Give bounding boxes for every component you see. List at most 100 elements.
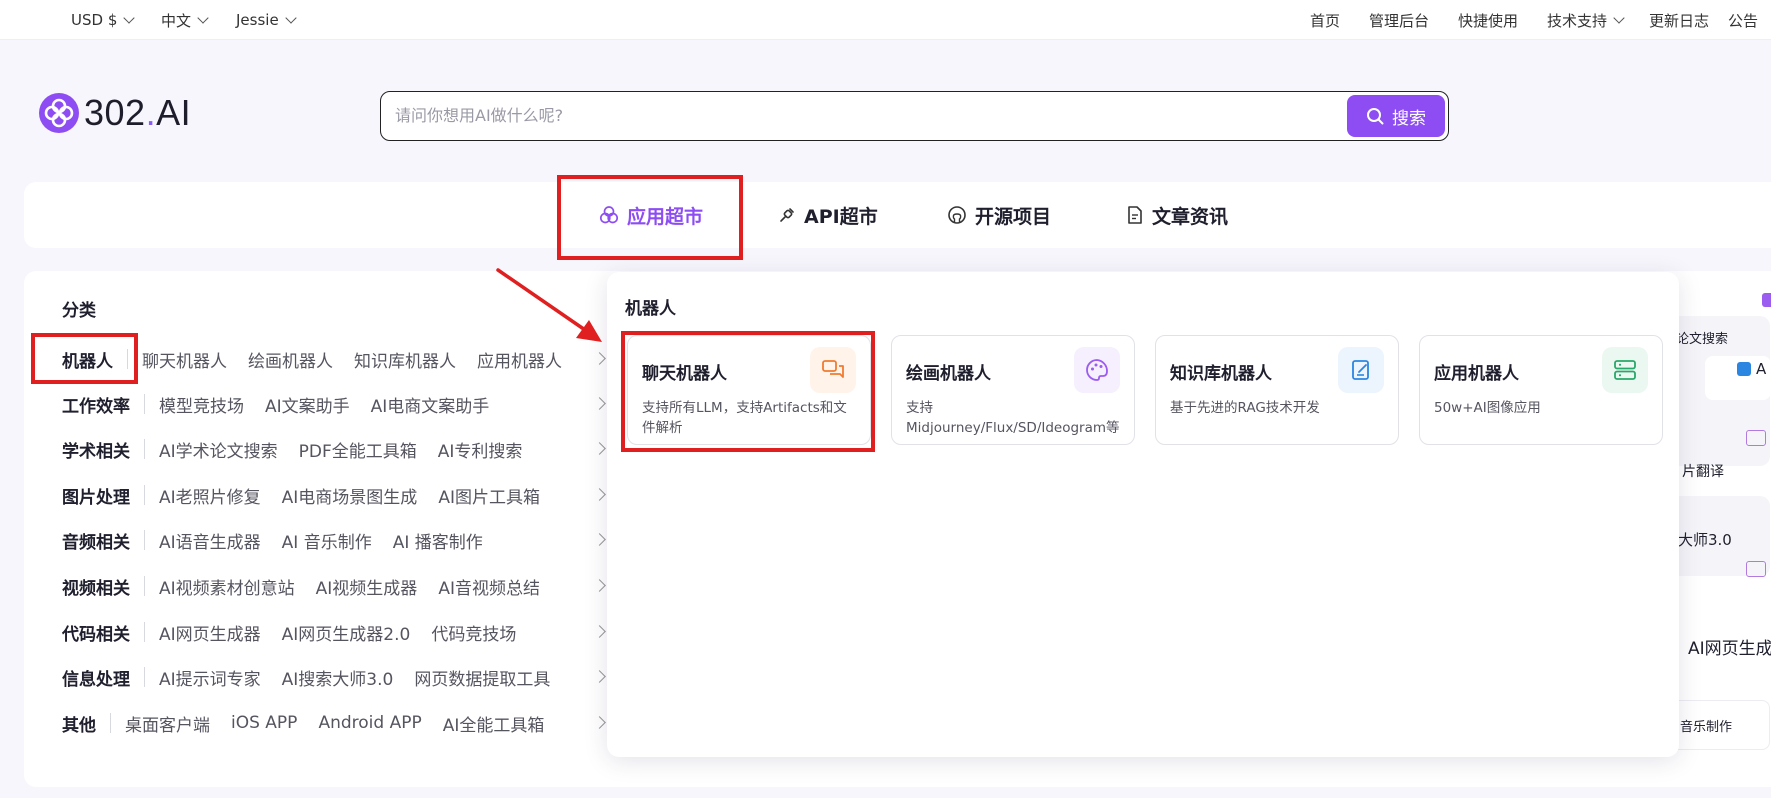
divider <box>144 394 145 414</box>
category-name[interactable]: 代码相关 <box>62 620 130 645</box>
category-row-productivity[interactable]: 工作效率 模型竞技场 AI文案助手 AI电商文案助手 <box>62 387 610 421</box>
category-row-other[interactable]: 其他 桌面客户端 iOS APP Android APP AI全能工具箱 <box>62 706 610 740</box>
highlight-box-chat-card <box>621 331 875 452</box>
apps-icon <box>1737 362 1751 376</box>
card-icon-wrap <box>1602 347 1648 393</box>
subcategory-link[interactable]: 桌面客户端 <box>125 711 210 736</box>
subcategory-link[interactable]: AI老照片修复 <box>159 483 261 508</box>
category-name[interactable]: 学术相关 <box>62 437 130 462</box>
chevron-right-icon[interactable] <box>593 488 606 501</box>
subcategory-link[interactable]: 应用机器人 <box>477 347 562 372</box>
background-text: 大师3.0 <box>1678 531 1732 549</box>
highlight-box-app-tab <box>557 175 743 260</box>
subcategory-link[interactable]: 聊天机器人 <box>142 347 227 372</box>
subcategory-link[interactable]: AI提示词专家 <box>159 665 261 690</box>
category-name[interactable]: 信息处理 <box>62 665 130 690</box>
subcategory-link[interactable]: AI电商场景图生成 <box>282 483 418 508</box>
tab-open-source[interactable]: 开源项目 <box>947 182 1051 248</box>
user-menu[interactable]: Jessie <box>236 0 297 40</box>
brand-logo[interactable]: 302.AI <box>38 88 191 138</box>
logo-text: 302.AI <box>84 92 191 134</box>
tab-bar <box>24 182 1771 248</box>
image-icon <box>1746 430 1766 446</box>
subcategory-link[interactable]: AI电商文案助手 <box>371 392 490 417</box>
subcategory-link[interactable]: 知识库机器人 <box>354 347 456 372</box>
category-row-code[interactable]: 代码相关 AI网页生成器 AI网页生成器2.0 代码竞技场 <box>62 615 610 649</box>
subcategory-link[interactable]: AI学术论文搜索 <box>159 437 278 462</box>
category-row-audio[interactable]: 音频相关 AI语音生成器 AI 音乐制作 AI 播客制作 <box>62 523 610 557</box>
subcategory-link[interactable]: AI 音乐制作 <box>282 528 372 553</box>
subcategory-link[interactable]: 代码竞技场 <box>431 620 516 645</box>
chevron-right-icon[interactable] <box>593 625 606 638</box>
card-app-bot[interactable]: 应用机器人 50w+AI图像应用 <box>1419 335 1663 445</box>
subcategory-link[interactable]: AI搜索大师3.0 <box>282 665 394 690</box>
subcategory-link[interactable]: AI音视频总结 <box>438 574 540 599</box>
subcategory-link[interactable]: iOS APP <box>231 713 297 733</box>
search-input[interactable] <box>395 92 1275 139</box>
category-row-image[interactable]: 图片处理 AI老照片修复 AI电商场景图生成 AI图片工具箱 <box>62 478 610 512</box>
subcategory-link[interactable]: AI 播客制作 <box>393 528 483 553</box>
subcategory-link[interactable]: AI视频生成器 <box>316 574 418 599</box>
subcategory-link[interactable]: 绘画机器人 <box>248 347 333 372</box>
currency-selector[interactable]: USD $ <box>71 0 136 40</box>
subcategory-link[interactable]: AI视频素材创意站 <box>159 574 295 599</box>
category-name[interactable]: 视频相关 <box>62 574 130 599</box>
category-row-video[interactable]: 视频相关 AI视频素材创意站 AI视频生成器 AI音视频总结 <box>62 569 610 603</box>
subcategory-link[interactable]: 网页数据提取工具 <box>414 665 550 690</box>
card-title: 知识库机器人 <box>1170 364 1272 384</box>
subcategory-link[interactable]: AI文案助手 <box>265 392 350 417</box>
search-button-label: 搜索 <box>1392 108 1426 129</box>
chevron-right-icon[interactable] <box>593 579 606 592</box>
chevron-right-icon[interactable] <box>593 670 606 683</box>
divider <box>110 713 111 733</box>
category-name[interactable]: 音频相关 <box>62 528 130 553</box>
github-icon <box>948 206 966 224</box>
background-text: 音乐制作 <box>1680 720 1733 735</box>
chevron-right-icon[interactable] <box>593 533 606 546</box>
logo-icon <box>39 93 79 133</box>
card-drawing-bot[interactable]: 绘画机器人 支持Midjourney/Flux/SD/Ideogram等模型 <box>891 335 1135 445</box>
nav-home[interactable]: 首页 <box>1310 0 1340 40</box>
card-description: 支持Midjourney/Flux/SD/Ideogram等模型 <box>906 400 1120 436</box>
nav-announcement[interactable]: 公告 <box>1728 0 1758 40</box>
divider <box>144 667 145 687</box>
subcategory-link[interactable]: AI网页生成器2.0 <box>282 620 411 645</box>
nav-admin[interactable]: 管理后台 <box>1369 0 1429 40</box>
category-row-academic[interactable]: 学术相关 AI学术论文搜索 PDF全能工具箱 AI专利搜索 <box>62 432 610 466</box>
tab-api-market[interactable]: API超市 <box>778 182 878 248</box>
subcategory-link[interactable]: AI图片工具箱 <box>438 483 540 508</box>
card-description: 50w+AI图像应用 <box>1434 400 1541 416</box>
subcategory-link[interactable]: AI专利搜索 <box>438 437 523 462</box>
nav-quickstart[interactable]: 快捷使用 <box>1458 0 1518 40</box>
nav-support[interactable]: 技术支持 <box>1547 0 1625 40</box>
chevron-right-icon[interactable] <box>593 397 606 410</box>
chevron-down-icon <box>1613 11 1625 24</box>
card-knowledge-bot[interactable]: 知识库机器人 基于先进的RAG技术开发 <box>1155 335 1399 445</box>
divider <box>144 576 145 596</box>
category-name[interactable]: 其他 <box>62 711 96 736</box>
category-name[interactable]: 工作效率 <box>62 392 130 417</box>
subcategory-link[interactable]: 模型竞技场 <box>159 392 244 417</box>
category-name[interactable]: 图片处理 <box>62 483 130 508</box>
subcategory-link[interactable]: Android APP <box>318 713 421 733</box>
nav-changelog[interactable]: 更新日志 <box>1649 0 1709 40</box>
card-icon-wrap <box>1338 347 1384 393</box>
highlight-box-robot-category <box>31 333 138 384</box>
chevron-right-icon[interactable] <box>593 352 606 365</box>
subcategory-link[interactable]: AI网页生成器 <box>159 620 261 645</box>
language-selector[interactable]: 中文 <box>161 0 209 40</box>
divider <box>144 439 145 459</box>
category-row-information[interactable]: 信息处理 AI提示词专家 AI搜索大师3.0 网页数据提取工具 <box>62 660 610 694</box>
card-title: 绘画机器人 <box>906 364 991 384</box>
subcategory-link[interactable]: AI语音生成器 <box>159 528 261 553</box>
card-description: 基于先进的RAG技术开发 <box>1170 400 1320 416</box>
divider <box>144 622 145 642</box>
divider <box>144 530 145 550</box>
search-button[interactable]: 搜索 <box>1347 95 1445 137</box>
chevron-right-icon[interactable] <box>593 442 606 455</box>
subcategory-link[interactable]: AI全能工具箱 <box>443 711 545 736</box>
tab-articles[interactable]: 文章资讯 <box>1126 182 1228 248</box>
subcategory-link[interactable]: PDF全能工具箱 <box>299 437 417 462</box>
annotation-arrow <box>496 268 602 342</box>
chevron-right-icon[interactable] <box>593 716 606 729</box>
